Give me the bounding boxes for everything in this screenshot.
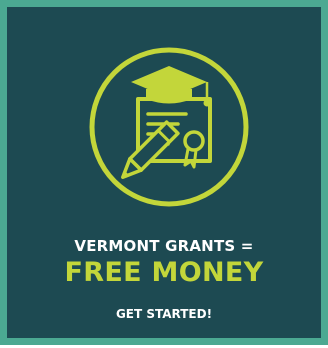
graduation-certificate-icon xyxy=(89,47,249,207)
get-started-link[interactable]: GET STARTED! xyxy=(7,307,321,321)
highlight-text: FREE MONEY xyxy=(64,257,264,288)
headline-text: VERMONT GRANTS = xyxy=(74,237,254,255)
grants-banner-card[interactable]: VERMONT GRANTS = FREE MONEY GET STARTED! xyxy=(0,0,328,345)
